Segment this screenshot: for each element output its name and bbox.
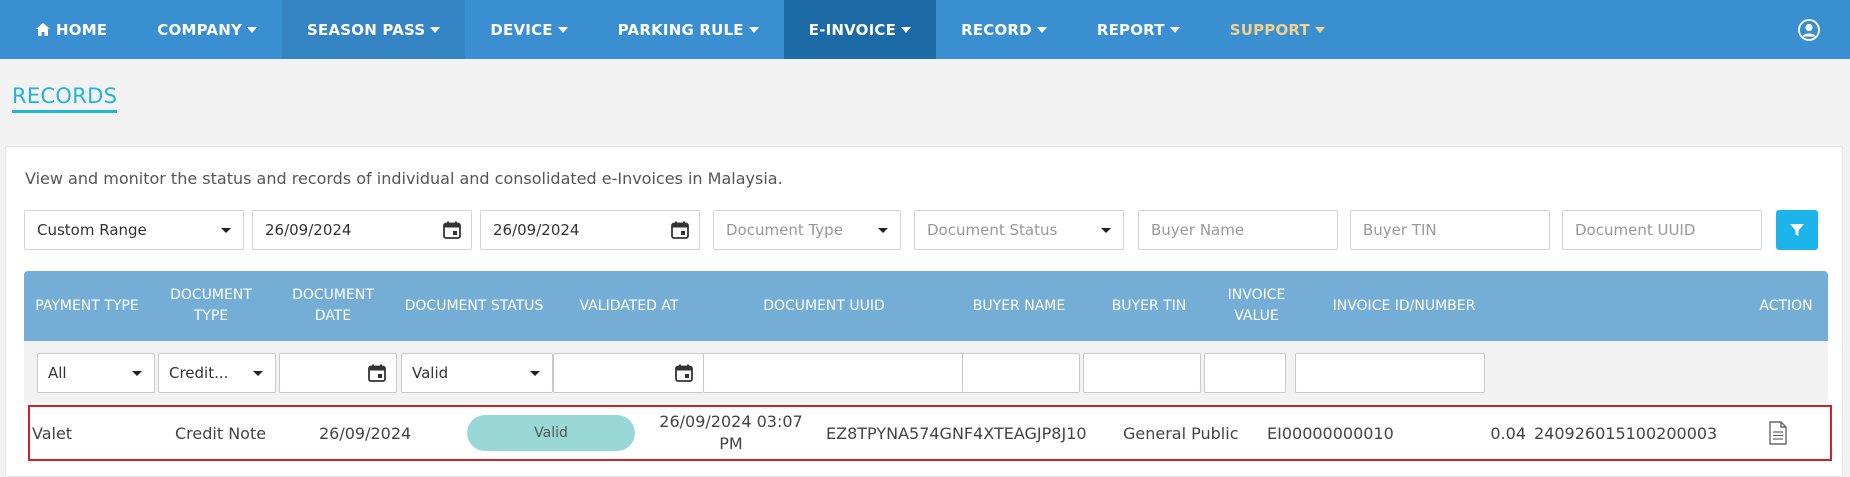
nav-report[interactable]: REPORT — [1072, 0, 1205, 59]
cell-invoice-value: 0.04 — [1490, 423, 1526, 443]
buyer-tin-filter[interactable] — [1083, 353, 1201, 393]
document-status-filter-value: Valid — [412, 364, 449, 382]
cell-buyer-name: General Public — [1123, 423, 1239, 443]
records-card: View and monitor the status and records … — [5, 146, 1843, 477]
payment-type-filter[interactable]: All — [37, 353, 155, 393]
payment-type-filter-value: All — [48, 364, 67, 382]
nav-home-label: HOME — [56, 20, 108, 39]
document-icon[interactable] — [1768, 421, 1788, 445]
th-document-date[interactable]: DOCUMENT DATE — [272, 271, 394, 341]
th-document-type[interactable]: DOCUMENT TYPE — [150, 271, 272, 341]
nav-season-pass[interactable]: SEASON PASS — [282, 0, 466, 59]
nav-home[interactable]: HOME — [0, 0, 132, 59]
invoice-id-filter[interactable] — [1295, 353, 1485, 393]
nav-device[interactable]: DEVICE — [465, 0, 592, 59]
nav-company-label: COMPANY — [157, 20, 243, 39]
nav-record[interactable]: RECORD — [936, 0, 1072, 59]
buyer-name-input[interactable]: Buyer Name — [1138, 210, 1338, 250]
buyer-name-filter[interactable] — [962, 353, 1080, 393]
th-invoice-id[interactable]: INVOICE ID/NUMBER — [1314, 271, 1494, 341]
caret-down-icon — [901, 26, 912, 33]
page-description: View and monitor the status and records … — [25, 169, 783, 188]
buyer-name-placeholder: Buyer Name — [1151, 221, 1245, 239]
caret-down-icon — [1101, 228, 1111, 233]
date-range-select[interactable]: Custom Range — [24, 210, 244, 250]
cell-validated-at: 26/09/2024 03:07 PM — [659, 412, 803, 453]
document-type-placeholder: Document Type — [726, 221, 843, 239]
cell-buyer-tin: EI00000000010 — [1267, 423, 1394, 443]
date-range-value: Custom Range — [37, 221, 147, 239]
user-account-icon[interactable] — [1798, 19, 1820, 41]
caret-down-icon — [221, 228, 231, 233]
home-icon — [36, 23, 50, 36]
cell-document-date: 26/09/2024 — [319, 423, 412, 443]
caret-down-icon — [253, 371, 263, 376]
nav-season-pass-label: SEASON PASS — [307, 20, 426, 39]
th-document-uuid[interactable]: DOCUMENT UUID — [704, 271, 944, 341]
nav-support-label: SUPPORT — [1229, 20, 1310, 39]
caret-down-icon — [878, 228, 888, 233]
th-document-status[interactable]: DOCUMENT STATUS — [394, 271, 554, 341]
filter-button[interactable] — [1776, 210, 1818, 250]
caret-down-icon — [1036, 26, 1047, 33]
th-payment-type[interactable]: PAYMENT TYPE — [24, 271, 150, 341]
date-to-input[interactable]: 26/09/2024 — [480, 210, 700, 250]
caret-down-icon — [1314, 26, 1325, 33]
document-type-filter-value: Credit... — [169, 364, 229, 382]
nav-record-label: RECORD — [961, 20, 1032, 39]
th-invoice-value[interactable]: INVOICE VALUE — [1209, 271, 1304, 341]
document-uuid-filter[interactable] — [703, 353, 983, 393]
document-date-filter[interactable] — [279, 353, 397, 393]
table-row[interactable]: Valet Credit Note 26/09/2024 Valid 26/09… — [28, 405, 1832, 461]
document-uuid-placeholder: Document UUID — [1575, 221, 1696, 239]
buyer-tin-input[interactable]: Buyer TIN — [1350, 210, 1550, 250]
column-filter-row: All Credit... Valid — [24, 341, 1828, 403]
calendar-icon[interactable] — [443, 221, 461, 239]
cell-invoice-id: 240926015100200003 — [1534, 423, 1718, 443]
nav-device-label: DEVICE — [490, 20, 553, 39]
validated-at-filter[interactable] — [553, 353, 704, 393]
date-to-value: 26/09/2024 — [493, 221, 580, 239]
document-status-select[interactable]: Document Status — [914, 210, 1124, 250]
cell-payment-type: Valet — [32, 423, 73, 443]
calendar-icon[interactable] — [675, 364, 693, 382]
th-validated-at[interactable]: VALIDATED AT — [554, 271, 704, 341]
table-header: PAYMENT TYPE DOCUMENT TYPE DOCUMENT DATE D… — [24, 271, 1828, 341]
document-status-placeholder: Document Status — [927, 221, 1058, 239]
calendar-icon[interactable] — [671, 221, 689, 239]
nav-support[interactable]: SUPPORT — [1205, 0, 1350, 59]
th-buyer-name[interactable]: BUYER NAME — [959, 271, 1079, 341]
caret-down-icon — [430, 26, 441, 33]
document-type-filter[interactable]: Credit... — [158, 353, 276, 393]
filter-icon — [1790, 224, 1804, 236]
caret-down-icon — [748, 26, 759, 33]
calendar-icon[interactable] — [368, 364, 386, 382]
nav-e-invoice-label: E-INVOICE — [808, 20, 897, 39]
nav-parking-rule[interactable]: PARKING RULE — [593, 0, 784, 59]
th-buyer-tin[interactable]: BUYER TIN — [1089, 271, 1209, 341]
document-uuid-input[interactable]: Document UUID — [1562, 210, 1762, 250]
top-navigation: HOME COMPANY SEASON PASS DEVICE PARKING … — [0, 0, 1850, 59]
cell-document-uuid: EZ8TPYNA574GNF4XTEAGJP8J10 — [826, 423, 1087, 443]
page-title: RECORDS — [12, 84, 118, 113]
document-status-filter[interactable]: Valid — [401, 353, 553, 393]
buyer-tin-placeholder: Buyer TIN — [1363, 221, 1437, 239]
nav-report-label: REPORT — [1096, 20, 1165, 39]
status-badge: Valid — [467, 415, 635, 451]
nav-e-invoice[interactable]: E-INVOICE — [783, 0, 937, 59]
nav-company[interactable]: COMPANY — [132, 0, 282, 59]
date-from-value: 26/09/2024 — [265, 221, 352, 239]
caret-down-icon — [247, 26, 258, 33]
th-action: ACTION — [1759, 297, 1813, 314]
document-type-select[interactable]: Document Type — [713, 210, 901, 250]
caret-down-icon — [530, 371, 540, 376]
date-from-input[interactable]: 26/09/2024 — [252, 210, 472, 250]
caret-down-icon — [132, 371, 142, 376]
caret-down-icon — [1169, 26, 1180, 33]
nav-parking-rule-label: PARKING RULE — [617, 20, 744, 39]
cell-document-type: Credit Note — [175, 423, 267, 443]
invoice-value-filter[interactable] — [1204, 353, 1286, 393]
caret-down-icon — [557, 26, 568, 33]
